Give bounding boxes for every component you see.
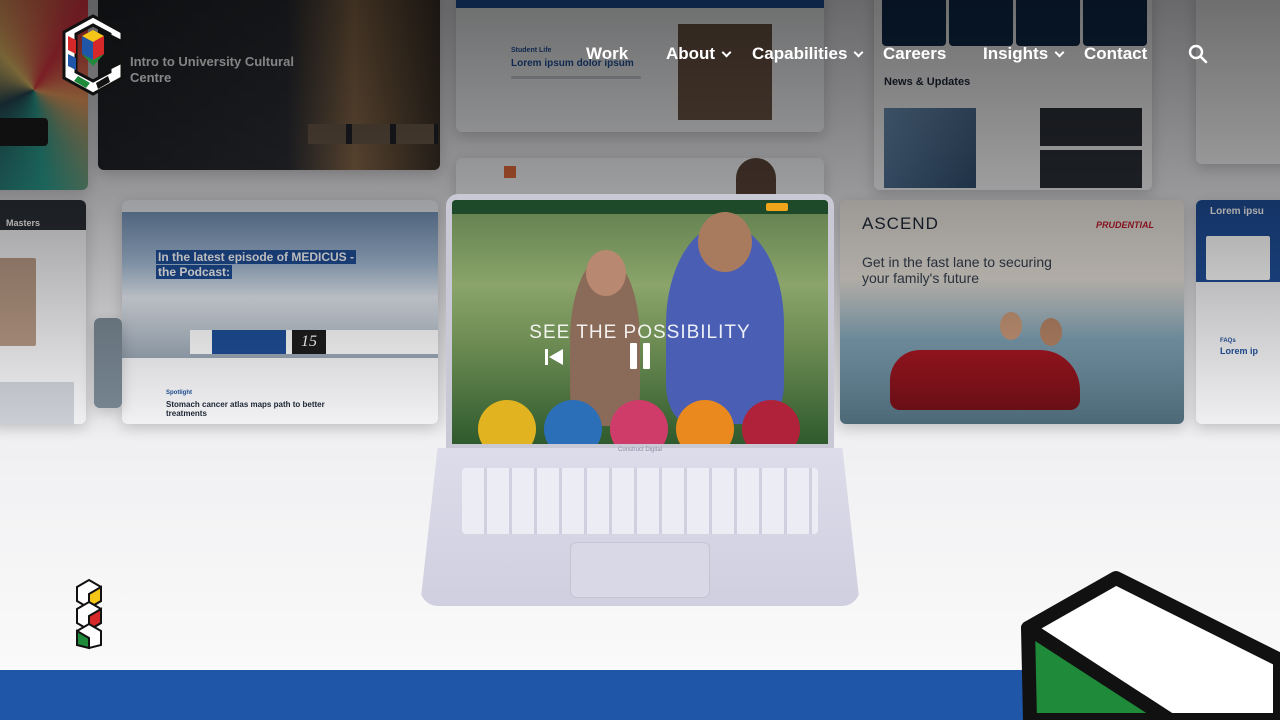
brand-logo[interactable] <box>60 14 126 96</box>
university-card-title: Intro to University Cultural Centre <box>130 54 294 85</box>
collage-card-ascend: ASCEND PRUDENTIAL Get in the fast lane t… <box>840 200 1184 424</box>
nav-insights[interactable]: Insights <box>983 44 1065 64</box>
news-card-title: News & Updates <box>884 76 971 88</box>
medicus-title-2: the Podcast: <box>156 265 233 279</box>
skip-previous-icon[interactable] <box>544 348 564 371</box>
laptop-screen: SEE THE POSSIBILITY <box>446 194 834 450</box>
nav-contact-label: Contact <box>1084 44 1148 63</box>
right-card-title: Lorem ipsu <box>1210 206 1264 217</box>
chevron-down-icon <box>1054 47 1065 57</box>
collage-card-university: Intro to University Cultural Centre <box>98 0 440 170</box>
ascend-headline: Get in the fast lane to securing your fa… <box>862 254 1052 286</box>
construct-c-cube-logo <box>62 14 124 96</box>
collage-card-masters: Masters <box>0 200 86 424</box>
collage-card-student: Student Life Lorem ipsum dolor ipsum <box>456 0 824 132</box>
laptop-trackpad <box>570 542 710 598</box>
nav-capabilities[interactable]: Capabilities <box>752 44 864 64</box>
laptop-keyboard <box>462 468 818 534</box>
decorative-cube-icon <box>1010 570 1280 720</box>
nav-capabilities-label: Capabilities <box>752 44 848 63</box>
medicus-tag: Spotlight <box>166 390 192 396</box>
chevron-down-icon <box>853 47 864 57</box>
ascend-partner: PRUDENTIAL <box>1096 220 1154 230</box>
collage-card-right-top <box>1196 0 1280 164</box>
video-player[interactable]: SEE THE POSSIBILITY <box>452 200 828 444</box>
nav-about[interactable]: About <box>666 44 732 64</box>
chevron-down-icon <box>721 47 732 57</box>
video-title: SEE THE POSSIBILITY <box>529 322 751 343</box>
laptop-brand: Construct Digital <box>617 447 662 453</box>
collage-card-photo <box>94 318 122 408</box>
collage-card-right: Lorem ipsu FAQs Lorem ip <box>1196 200 1280 424</box>
medicus-headline: Stomach cancer atlas maps path to better… <box>166 400 325 418</box>
collage-card-medicus: In the latest episode of MEDICUS - the P… <box>122 200 438 424</box>
scroll-down-cubes-icon[interactable] <box>74 578 104 650</box>
ascend-brand: ASCEND <box>862 214 939 233</box>
collage-card-light <box>456 158 824 198</box>
nav-work[interactable]: Work <box>586 44 628 64</box>
medicus-title-1: In the latest episode of MEDICUS - <box>156 250 357 264</box>
student-card-tag: Student Life <box>511 47 552 54</box>
nav-careers-label: Careers <box>883 44 947 63</box>
right-card-faq-label: FAQs <box>1220 338 1236 344</box>
nav-insights-label: Insights <box>983 44 1049 63</box>
collage-card-news: News & Updates <box>874 0 1152 190</box>
nav-about-label: About <box>666 44 716 63</box>
nav-work-label: Work <box>586 44 629 63</box>
right-card-faq-text: Lorem ip <box>1220 346 1259 356</box>
nav-careers[interactable]: Careers <box>883 44 946 64</box>
pause-icon[interactable] <box>628 342 652 375</box>
masters-card-title: Masters <box>6 218 41 228</box>
nav-contact[interactable]: Contact <box>1084 44 1147 64</box>
search-icon[interactable] <box>1188 44 1208 64</box>
medicus-number: 15 <box>292 330 326 354</box>
